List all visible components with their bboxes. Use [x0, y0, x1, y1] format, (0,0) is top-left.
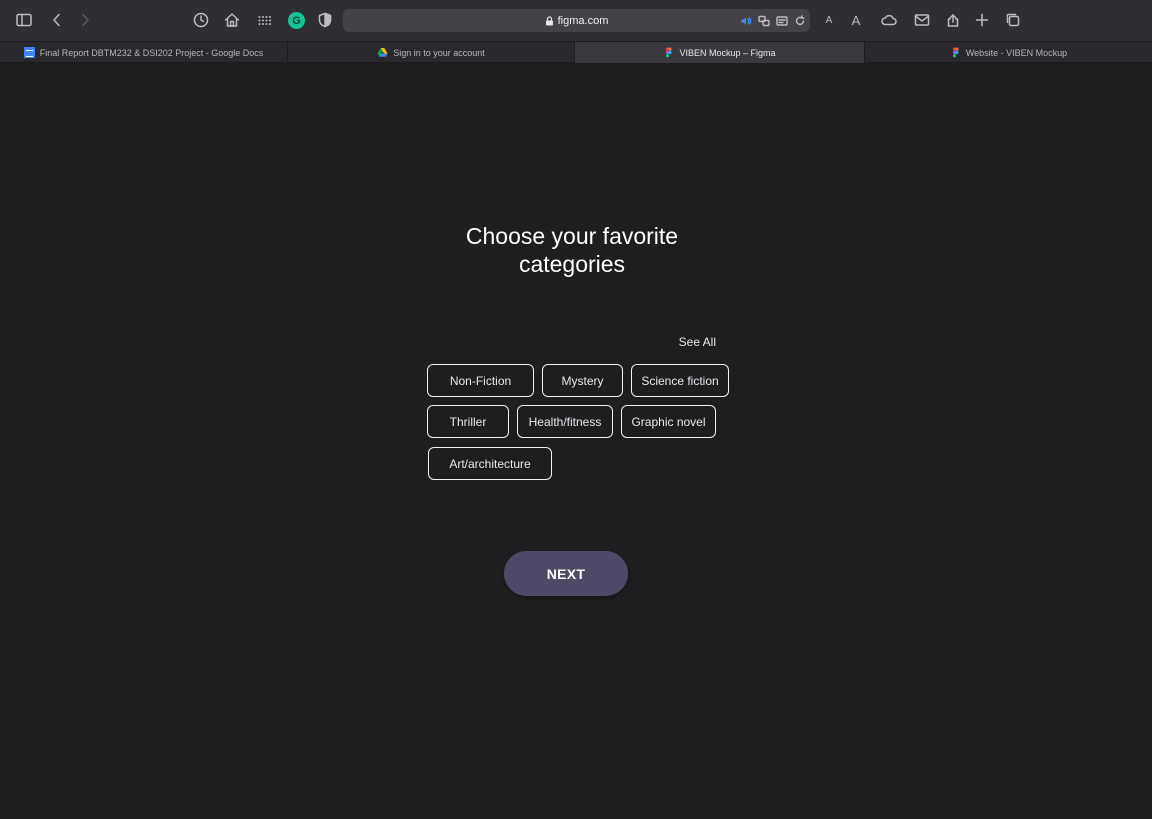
- browser-window: G figma.com A A Final Report DBTM232 & D…: [0, 0, 1152, 819]
- home-icon[interactable]: [222, 10, 242, 30]
- category-chip-mystery[interactable]: Mystery: [542, 364, 623, 397]
- forward-icon[interactable]: [75, 10, 95, 30]
- tab-website-viben-mockup[interactable]: Website - VIBEN Mockup: [865, 42, 1152, 63]
- reader-icon[interactable]: [775, 13, 788, 28]
- title-line-1: Choose your favorite: [465, 223, 679, 249]
- mail-icon[interactable]: [912, 10, 932, 30]
- tab-google-docs[interactable]: Final Report DBTM232 & DSI202 Project - …: [0, 42, 288, 63]
- audio-icon[interactable]: [739, 13, 752, 28]
- address-url: figma.com: [557, 14, 609, 27]
- category-chip-science-fiction[interactable]: Science fiction: [631, 364, 729, 397]
- google-docs-icon: [23, 47, 35, 58]
- sidebar-icon[interactable]: [14, 10, 34, 30]
- reload-icon[interactable]: [793, 13, 806, 28]
- category-chip-non-fiction[interactable]: Non-Fiction: [427, 364, 534, 397]
- tab-sign-in[interactable]: Sign in to your account: [288, 42, 575, 63]
- address-bar-icons: [739, 13, 806, 28]
- history-icon[interactable]: [191, 10, 211, 30]
- see-all-link[interactable]: See All: [664, 335, 716, 351]
- browser-toolbar: G figma.com A A: [0, 0, 1152, 41]
- tab-label: Website - VIBEN Mockup: [965, 47, 1068, 58]
- font-small-icon[interactable]: A: [819, 10, 839, 30]
- share-icon[interactable]: [943, 10, 963, 30]
- grammarly-letter: G: [292, 14, 301, 27]
- tab-label: Sign in to your account: [393, 47, 485, 58]
- tab-label: Final Report DBTM232 & DSI202 Project - …: [39, 47, 264, 58]
- address-bar[interactable]: figma.com: [343, 9, 810, 32]
- title-line-2: categories: [518, 251, 626, 277]
- page-title: Choose your favorite categories: [422, 222, 722, 278]
- figma-icon: [950, 47, 961, 58]
- shield-icon[interactable]: [315, 10, 335, 30]
- font-small-label: A: [825, 14, 833, 26]
- google-drive-icon: [377, 47, 388, 58]
- figma-icon: [663, 47, 674, 58]
- font-large-icon[interactable]: A: [846, 10, 866, 30]
- tab-viben-mockup-figma[interactable]: VIBEN Mockup – Figma: [575, 42, 865, 63]
- tab-label: VIBEN Mockup – Figma: [679, 47, 776, 58]
- grid-icon[interactable]: [255, 10, 275, 30]
- grammarly-icon[interactable]: G: [288, 12, 305, 29]
- next-button[interactable]: NEXT: [504, 551, 628, 596]
- category-chip-graphic-novel[interactable]: Graphic novel: [621, 405, 716, 438]
- tabs-overview-icon[interactable]: [1003, 10, 1023, 30]
- lock-icon: [545, 15, 554, 26]
- new-tab-icon[interactable]: [972, 10, 992, 30]
- back-icon[interactable]: [47, 10, 67, 30]
- category-chip-thriller[interactable]: Thriller: [427, 405, 509, 438]
- category-chip-health-fitness[interactable]: Health/fitness: [517, 405, 613, 438]
- translate-icon[interactable]: [757, 13, 770, 28]
- cloud-icon[interactable]: [879, 10, 899, 30]
- category-chip-art-architecture[interactable]: Art/architecture: [428, 447, 552, 480]
- tab-strip: Final Report DBTM232 & DSI202 Project - …: [0, 41, 1152, 63]
- font-large-label: A: [851, 12, 861, 28]
